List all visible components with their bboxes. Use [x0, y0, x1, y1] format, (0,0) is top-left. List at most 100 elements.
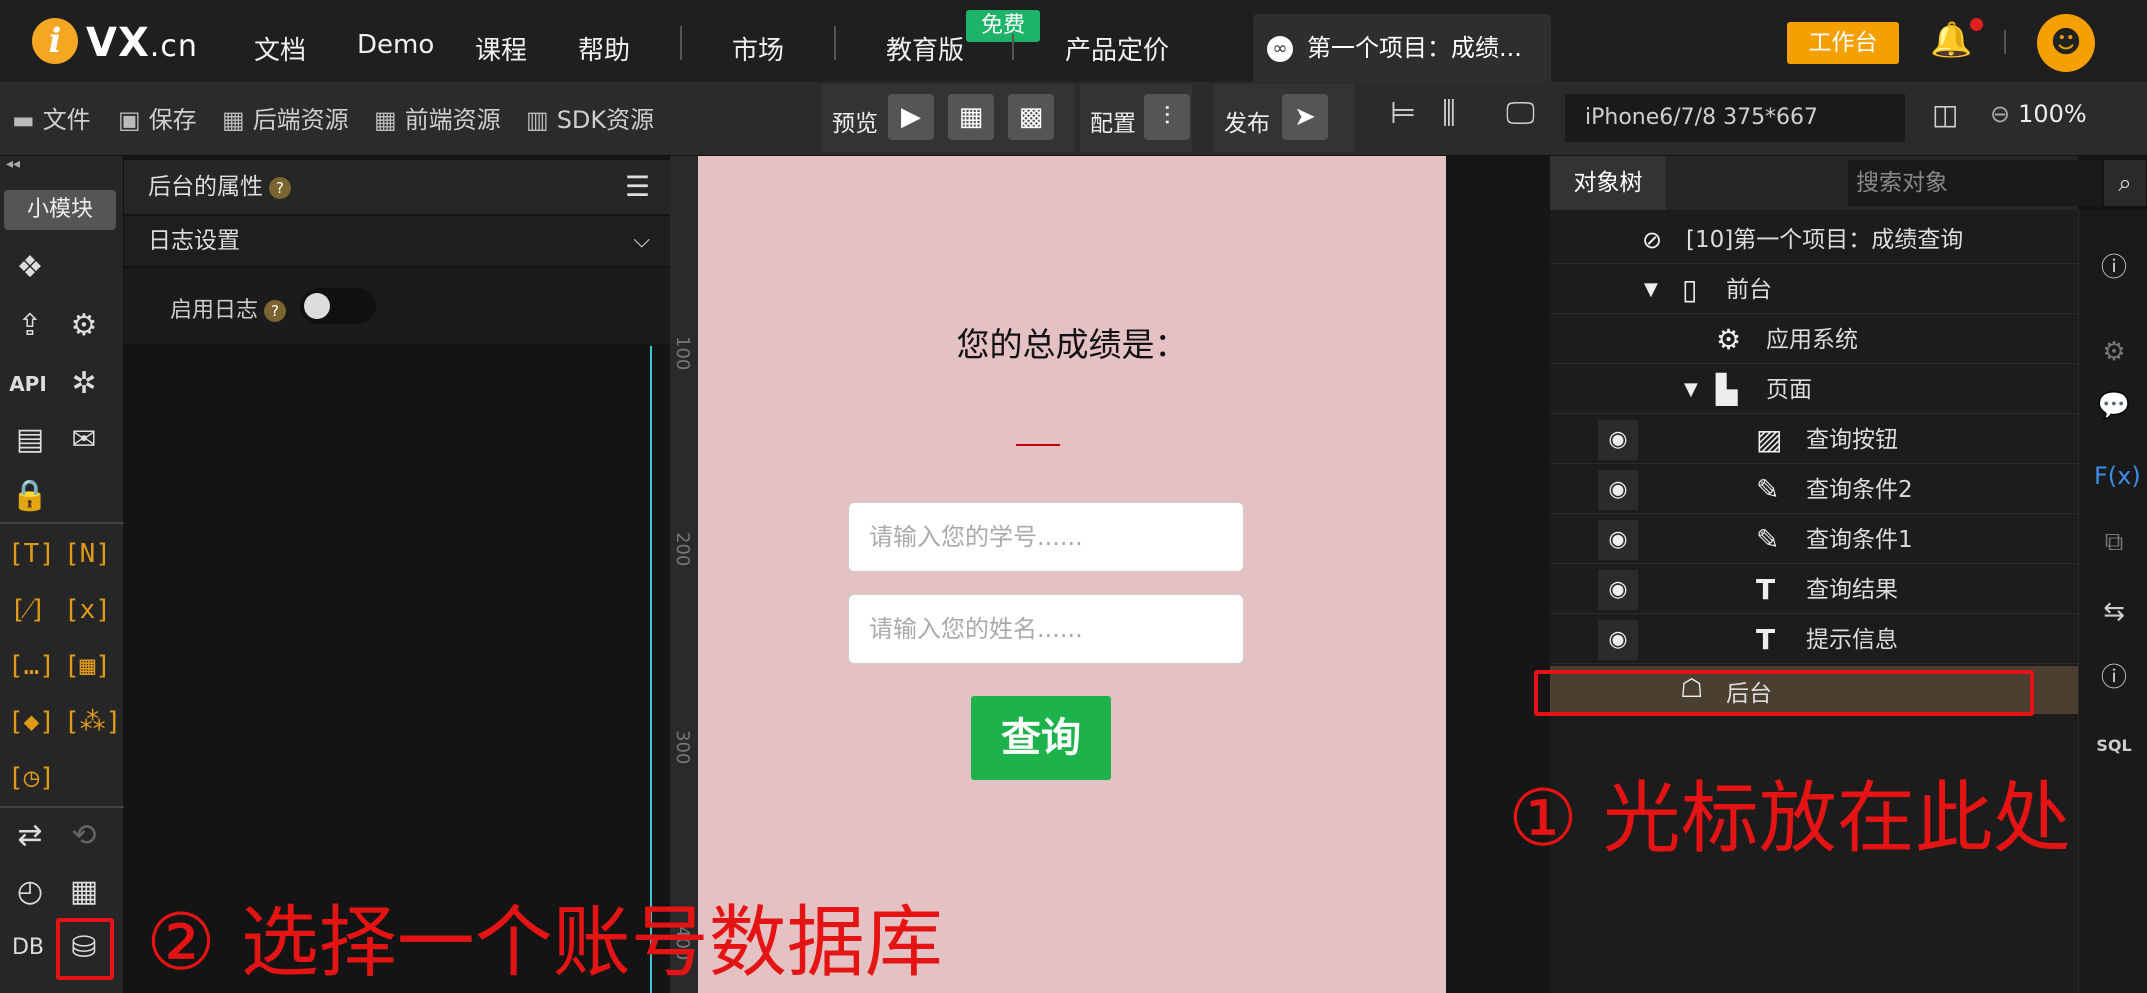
nav-pricing[interactable]: 产品定价 [1065, 30, 1169, 67]
zoom-out-icon[interactable]: ⊖ [1990, 100, 2010, 128]
name-input[interactable]: 请输入您的姓名...... [848, 594, 1244, 664]
eye-icon[interactable]: ◉ [1598, 570, 1638, 610]
publish-group: 发布 ➤ [1214, 84, 1354, 152]
refresh-icon[interactable]: ⟲ [64, 816, 104, 856]
tree-item-query-button[interactable]: ◉ ▨ 查询按钮 [1550, 416, 2078, 464]
save-button[interactable]: ▣ 保存 [118, 100, 197, 135]
nav-education[interactable]: 教育版 [886, 30, 964, 67]
tree-item-page[interactable]: ▼ ▙ 页面 [1550, 366, 2078, 414]
distribute-icon[interactable]: ⫼ [1442, 96, 1456, 131]
function-icon[interactable]: F(x) [2094, 456, 2141, 496]
tree-item-query-cond2[interactable]: ◉ ✎ 查询条件2 [1550, 466, 2078, 514]
eye-icon[interactable]: ◉ [1598, 420, 1638, 460]
info-icon[interactable]: ⓘ [2094, 248, 2134, 288]
device-selector[interactable]: iPhone6/7/8 375*667 [1565, 94, 1905, 142]
text-icon: T [1756, 623, 1776, 656]
workbench-button[interactable]: 工作台 [1787, 22, 1899, 64]
monitor-icon[interactable]: 🖵 [1506, 96, 1535, 131]
cube-icon[interactable]: ❖ [10, 248, 50, 288]
upload-icon[interactable]: ⇪ [10, 306, 50, 346]
nav-market[interactable]: 市场 [732, 30, 784, 67]
action-info-icon[interactable]: ⓘ [2094, 658, 2134, 698]
eye-icon[interactable]: ◉ [1598, 620, 1638, 660]
api-icon[interactable]: API [8, 364, 48, 404]
object-var-icon[interactable]: [◆] [8, 702, 55, 742]
db-icon[interactable]: DB [8, 928, 48, 968]
eye-icon[interactable]: ◉ [1598, 470, 1638, 510]
bell-icon[interactable]: 🔔 [1930, 20, 1972, 60]
section-title: 日志设置 [148, 228, 240, 254]
log-toggle[interactable] [300, 288, 376, 324]
tree-item-app-system[interactable]: ⚙ 应用系统 [1550, 316, 2078, 364]
gear-icon[interactable]: ⚙ [64, 306, 104, 346]
sliders-icon[interactable]: ⫶ [1144, 94, 1190, 140]
object-array-icon[interactable]: [⁂] [64, 702, 121, 742]
prompt-text[interactable]: 您的总成绩是： [698, 318, 1446, 366]
ivx-logo-icon[interactable]: i [32, 18, 78, 64]
ruler-tick: 100 [672, 336, 693, 371]
design-canvas[interactable] [698, 156, 1446, 993]
any-var-icon[interactable]: [x] [64, 590, 111, 630]
nav-demo[interactable]: Demo [357, 30, 434, 60]
tree-item-query-cond1[interactable]: ◉ ✎ 查询条件1 [1550, 516, 2078, 564]
qrcode-mini-icon[interactable]: ▩ [1008, 94, 1054, 140]
sql-icon[interactable]: SQL [2094, 726, 2134, 766]
project-tab[interactable]: ∞ 第一个项目：成绩... [1253, 14, 1551, 82]
query-button[interactable]: 查询 [971, 696, 1111, 780]
bool-var-icon[interactable]: [⁄] [8, 590, 48, 630]
table-icon[interactable]: ▦ [64, 872, 104, 912]
tree-item-project[interactable]: ⊘ [10]第一个项目：成绩查询 [1550, 216, 2078, 264]
form-icon[interactable]: ▤ [10, 420, 50, 460]
vertical-ruler: 100 200 300 400 [670, 156, 698, 993]
settings-info-icon[interactable]: ⚙ [2094, 332, 2134, 372]
screenshot-icon[interactable]: ◫ [1932, 98, 1958, 131]
transfer-icon[interactable]: ⇄ [10, 816, 50, 856]
eye-icon[interactable]: ◉ [1598, 520, 1638, 560]
object-search-input[interactable]: 搜索对象 [1848, 160, 2102, 206]
backend-resources-button[interactable]: ▦ 后端资源 [222, 100, 349, 135]
log-settings-section[interactable]: 日志设置 ⌵ [124, 216, 670, 266]
preview-label: 预览 [832, 111, 878, 137]
ivx-logo-text[interactable]: VX.cn [86, 20, 198, 66]
tree-item-query-result[interactable]: ◉ T 查询结果 [1550, 566, 2078, 614]
avatar[interactable]: ☻ [2037, 14, 2095, 72]
qrcode-icon[interactable]: ▦ [948, 94, 994, 140]
copy-icon[interactable]: ⧉ [2094, 522, 2134, 562]
log-toggle-label: 启用日志? [170, 292, 287, 324]
ruler-tick: 200 [672, 532, 693, 567]
chat-info-icon[interactable]: 💬 [2094, 386, 2134, 426]
mail-icon[interactable]: ✉ [64, 420, 104, 460]
collapse-icon[interactable]: ◂◂ [6, 156, 20, 172]
timer-icon[interactable]: ◴ [10, 872, 50, 912]
time-var-icon[interactable]: [◷] [8, 758, 55, 798]
number-var-icon[interactable]: [N] [64, 534, 111, 574]
send-icon[interactable]: ➤ [1282, 94, 1328, 140]
module-button[interactable]: 小模块 [4, 190, 116, 230]
menu-icon[interactable]: ☰ [625, 160, 650, 214]
lock-icon[interactable]: 🔒 [10, 476, 50, 516]
table-var-icon[interactable]: [▦] [64, 646, 111, 686]
file-menu[interactable]: ▬ 文件 [12, 100, 91, 135]
nav-docs[interactable]: 文档 [254, 30, 306, 67]
swap-icon[interactable]: ⇆ [2094, 592, 2134, 632]
sdk-resources-button[interactable]: ▥ SDK资源 [526, 100, 654, 135]
frontend-resources-button[interactable]: ▦ 前端资源 [374, 100, 501, 135]
align-left-icon[interactable]: ⊨ [1390, 96, 1416, 131]
tree-item-frontend[interactable]: ▼ ▯ 前台 [1550, 266, 2078, 314]
help-icon[interactable]: ? [269, 176, 291, 199]
nav-help[interactable]: 帮助 [578, 30, 630, 67]
array-var-icon[interactable]: […] [8, 646, 55, 686]
search-icon[interactable]: ⌕ [2104, 160, 2146, 206]
tree-label: 页面 [1766, 377, 1812, 403]
gear-icon: ⚙ [1716, 323, 1742, 356]
tree-item-hint[interactable]: ◉ T 提示信息 [1550, 616, 2078, 664]
student-id-input[interactable]: 请输入您的学号...... [848, 502, 1244, 572]
help-icon[interactable]: ? [264, 300, 287, 322]
play-icon[interactable]: ▶ [888, 94, 934, 140]
frontend-resources-label: 前端资源 [404, 106, 501, 134]
nav-courses[interactable]: 课程 [475, 30, 527, 67]
network-icon[interactable]: ✲ [64, 364, 104, 404]
tab-object-tree[interactable]: 对象树 [1550, 156, 1666, 210]
result-text[interactable] [1016, 444, 1060, 446]
text-var-icon[interactable]: [T] [8, 534, 55, 574]
